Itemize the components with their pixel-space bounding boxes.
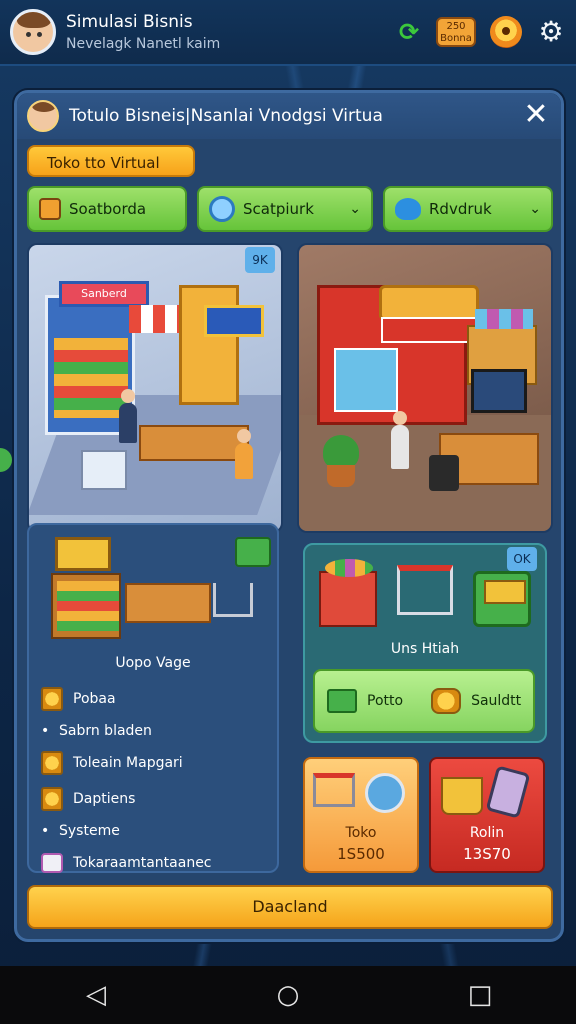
tab-label: Rdvdruk <box>429 200 492 218</box>
list-item-label: Systeme <box>59 823 120 839</box>
chair-illustration <box>429 455 459 491</box>
tab-scatpiurk[interactable]: Scatpiurk ⌄ <box>197 186 373 232</box>
market-card: OK Uns Htiah Potto Sauldtt <box>303 543 547 743</box>
cloud-icon <box>395 198 421 220</box>
panel-header: Totulo Bisneis|Nsanlai Vnodgsi Virtua ✕ <box>17 93 561 139</box>
tab-label: Soatborda <box>69 200 147 218</box>
home-icon[interactable]: ○ <box>268 975 308 1015</box>
ok-chip[interactable]: OK <box>507 547 537 571</box>
list-item[interactable]: • Sabrn bladen <box>41 717 273 745</box>
tab-label: Scatpiurk <box>243 200 314 218</box>
list-item-label: Sabrn bladen <box>59 723 152 739</box>
gift-icon <box>39 198 61 220</box>
basket-icon <box>441 777 483 815</box>
basket-illustration <box>235 537 271 567</box>
kiosk-sign <box>381 317 481 343</box>
bullet-icon: • <box>41 723 50 739</box>
top-bar: Simulasi Bisnis Nevelagk Nanetl kaim ⟳ 2… <box>0 0 576 66</box>
store-chip[interactable]: 9K <box>245 247 275 273</box>
table-illustration <box>125 583 211 623</box>
cart-icon <box>313 773 355 807</box>
price-label: Rolin <box>469 825 505 841</box>
cash-icon <box>327 689 357 713</box>
payment-right-label: Sauldtt <box>471 693 522 709</box>
tab-soatborda[interactable]: Soatborda <box>27 186 187 232</box>
list-item[interactable]: Toleain Mapgari <box>41 745 273 781</box>
payment-left-label: Potto <box>367 693 404 709</box>
list-item-label: Daptiens <box>73 791 136 807</box>
goods-box-illustration <box>319 559 377 627</box>
back-icon[interactable]: ◁ <box>76 975 116 1015</box>
customer-illustration <box>235 429 253 479</box>
coin-icon <box>41 687 63 711</box>
list-item[interactable]: Tokaraamtantaanec <box>41 845 273 881</box>
info-title: Uopo Vage <box>115 655 191 671</box>
chevron-down-icon: ⌄ <box>349 201 361 217</box>
payment-button[interactable]: Potto Sauldtt <box>313 669 535 733</box>
bullet-icon: • <box>41 823 50 839</box>
coin-icon <box>41 787 63 811</box>
app-subtitle: Nevelagk Nanetl kaim <box>66 36 221 52</box>
cart-illustration <box>397 565 453 615</box>
price-label: Toko <box>345 825 377 841</box>
close-button[interactable]: ✕ <box>521 100 551 131</box>
coin-icon <box>41 751 63 775</box>
tablet-icon <box>41 853 63 873</box>
globe-icon <box>209 196 235 222</box>
download-button[interactable]: Daacland <box>27 885 553 929</box>
monitor-illustration <box>471 369 527 413</box>
list-item-label: Pobaa <box>73 691 116 707</box>
store-card-kiosk[interactable] <box>297 243 553 533</box>
shelf-illustration <box>51 573 121 639</box>
list-item-label: Tokaraamtantaanec <box>73 855 212 871</box>
shopkeeper-illustration <box>119 389 137 443</box>
stand-illustration <box>179 285 239 405</box>
store-sign: Sanberd <box>59 281 149 307</box>
bonus-badge[interactable]: 250 Bonna <box>436 17 476 47</box>
cooler-illustration <box>81 450 127 490</box>
system-nav-bar: ◁ ○ □ <box>0 966 576 1024</box>
price-value: 1S500 <box>337 845 385 863</box>
store-label[interactable]: Toko tto Virtual <box>27 145 195 177</box>
store-card-market[interactable]: Sanberd 9K <box>27 243 283 533</box>
desk-illustration <box>139 425 249 461</box>
village-illustration <box>37 533 273 651</box>
gear-icon[interactable]: ⚙ <box>536 17 566 47</box>
panel-title: Totulo Bisneis|Nsanlai Vnodgsi Virtua <box>69 106 383 126</box>
roof-illustration <box>379 285 479 321</box>
info-list: Pobaa • Sabrn bladen Toleain Mapgari Dap… <box>41 681 273 881</box>
list-item[interactable]: Daptiens <box>41 781 273 817</box>
tab-rdvdruk[interactable]: Rdvdruk ⌄ <box>383 186 553 232</box>
cart-illustration <box>213 583 253 617</box>
shopkeeper-illustration <box>391 411 409 469</box>
price-card-toko[interactable]: Toko 1S500 <box>303 757 419 873</box>
top-icons: ⟳ 250 Bonna ⚙ <box>396 16 566 48</box>
app-titles: Simulasi Bisnis Nevelagk Nanetl kaim <box>66 12 396 52</box>
basket-illustration <box>473 571 531 627</box>
price-value: 13S70 <box>463 845 511 863</box>
user-avatar[interactable] <box>10 9 56 55</box>
chevron-down-icon: ⌄ <box>529 201 541 217</box>
panel-avatar <box>27 100 59 132</box>
info-card: Uopo Vage Pobaa • Sabrn bladen Toleain M… <box>27 523 279 873</box>
plant-illustration <box>317 435 363 487</box>
price-card-rolin[interactable]: Rolin 13S70 <box>429 757 545 873</box>
app-title: Simulasi Bisnis <box>66 12 193 32</box>
sign-illustration <box>204 305 264 337</box>
list-item[interactable]: • Systeme <box>41 817 273 845</box>
market-title: Uns Htiah <box>390 641 460 657</box>
business-panel: Totulo Bisneis|Nsanlai Vnodgsi Virtua ✕ … <box>14 90 564 942</box>
recent-apps-icon[interactable]: □ <box>460 975 500 1015</box>
medal-icon[interactable] <box>490 16 522 48</box>
list-item-label: Toleain Mapgari <box>73 755 183 771</box>
list-item[interactable]: Pobaa <box>41 681 273 717</box>
refresh-icon[interactable]: ⟳ <box>396 19 422 45</box>
phone-icon <box>485 765 531 819</box>
sign-illustration <box>55 537 111 571</box>
tape-icon <box>365 773 405 813</box>
gold-coins-icon <box>431 688 462 714</box>
